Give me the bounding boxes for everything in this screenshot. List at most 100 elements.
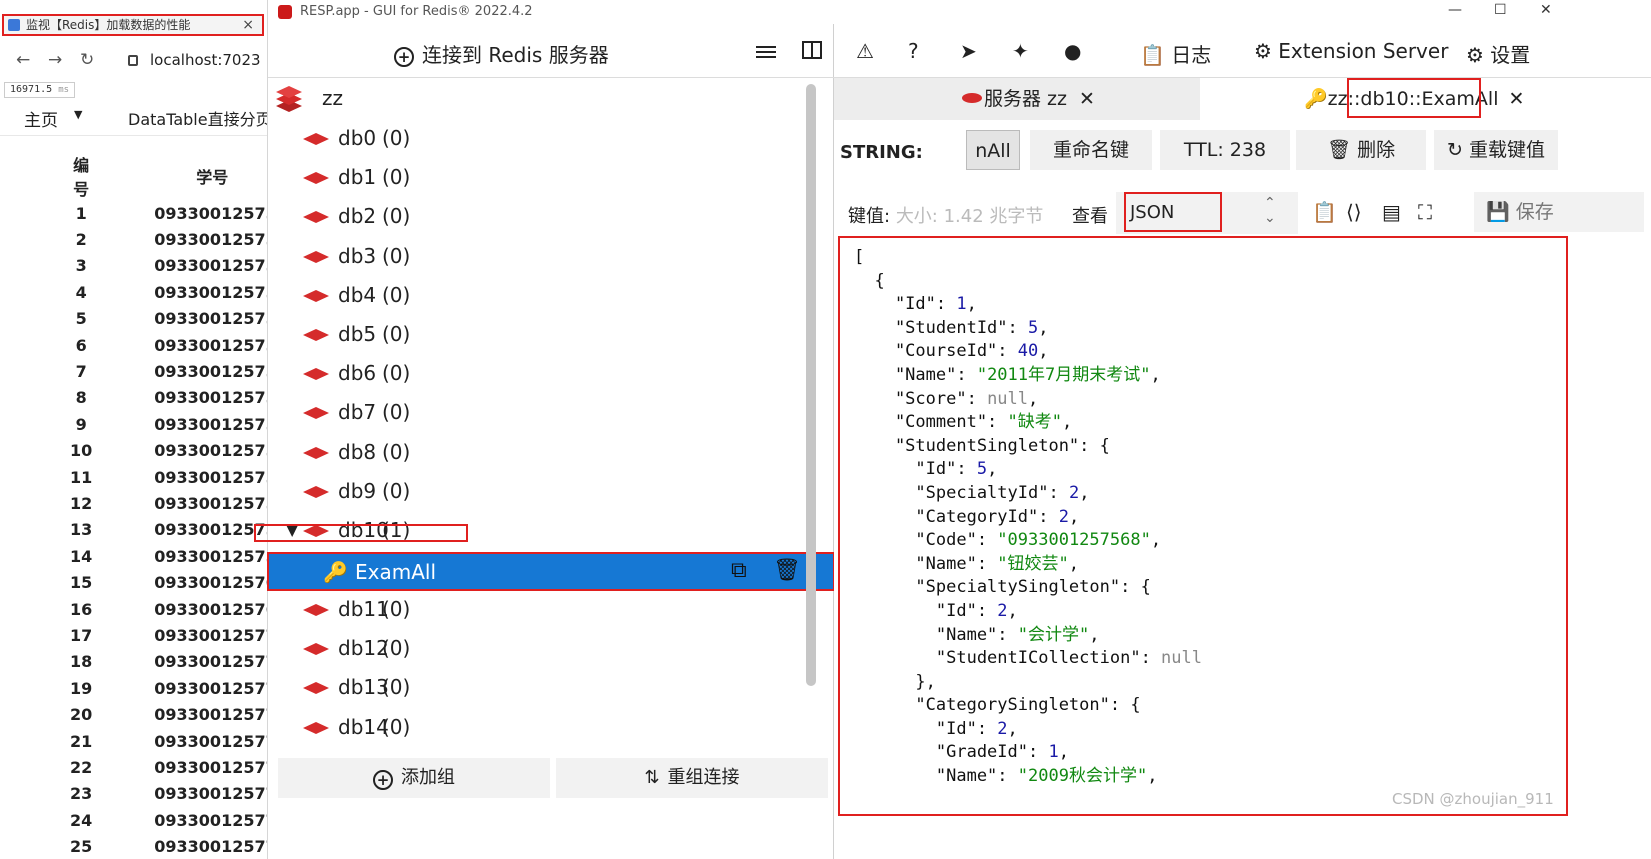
row-student-id: 0933001257724 [154,625,267,645]
db-node[interactable]: db6 (0) [268,355,808,394]
table-row: 4 0933001257568 [70,279,267,305]
row-student-id: 0933001257579 [154,441,267,461]
help-icon[interactable]: ? [908,39,919,63]
chevron-down-icon[interactable]: ▼ [74,108,82,121]
tab-close-icon[interactable]: × [242,16,254,34]
db-node[interactable]: db3 (0) [268,238,808,277]
view-label: 查看 [1072,206,1108,227]
json-token: "Id": [854,600,998,621]
add-group-button[interactable]: + 添加组 [278,758,550,798]
address-bar[interactable]: localhost:7023 [150,51,261,69]
row-number: 17 [70,625,93,645]
json-token: "Name": [854,766,1018,787]
json-token: , [987,459,998,480]
binary-file-icon[interactable]: ▤ [1382,200,1401,224]
table-row: 2 0933001257568 [70,226,267,252]
tab-server-zz[interactable]: 服务器 zz ✕ [834,78,1200,120]
row-student-id: 0933001257579 [154,467,267,487]
rename-key-button[interactable]: 重命名键 [1030,130,1152,170]
reload-icon[interactable]: ↻ [80,50,94,70]
db-node[interactable]: db11 (0) [268,591,808,630]
db-node[interactable]: db14 (0) [268,709,808,748]
db-node[interactable]: db13 (0) [268,669,808,708]
table-row: 15 0933001257630 [70,569,267,595]
close-icon[interactable]: ✕ [1079,88,1095,110]
db-key-count: (0) [382,126,411,150]
connect-redis-button[interactable]: + 连接到 Redis 服务器 [394,39,609,68]
row-student-id: 0933001257728 [154,784,267,804]
row-student-id: 0933001257579 [154,362,267,382]
db-node[interactable]: db0 (0) [268,120,808,159]
close-window-button[interactable]: ✕ [1540,2,1552,18]
twitter-icon[interactable]: ✦ [1012,39,1029,63]
json-line: "CourseId": 40, [854,341,1049,361]
menu-home[interactable]: 主页 [24,106,58,131]
ttl-button[interactable]: TTL: 238 [1160,130,1290,170]
browser-tab[interactable]: 监视【Redis】加载数据的性能 × [2,14,264,36]
fullscreen-icon[interactable]: ⛶ [1418,200,1432,224]
db-node[interactable]: db12 (0) [268,630,808,669]
warning-icon[interactable]: ⚠ [856,39,874,63]
table-row: 23 0933001257728 [70,781,267,807]
copy-key-icon[interactable]: ⧉ [731,558,747,583]
delete-key-button[interactable]: 🗑 删除 [1296,130,1426,170]
minimize-button[interactable]: — [1448,2,1462,18]
db-node[interactable]: db7 (0) [268,394,808,433]
json-token: "Name": [854,364,977,385]
json-token: "Id": [854,718,998,739]
reload-key-button[interactable]: ↻ 重载键值 [1434,130,1558,170]
row-number: 1 [75,203,87,223]
json-value-editor[interactable]: [ { "Id": 1, "StudentId": 5, "CourseId":… [838,236,1568,816]
row-number: 4 [75,282,87,302]
github-icon[interactable]: ● [1064,39,1081,63]
json-token: , [1079,482,1090,503]
db-node[interactable]: db1 (0) [268,159,808,198]
settings-button[interactable]: ⚙ 设置 [1466,39,1530,68]
key-item-examall[interactable]: 🔑 ExamAll ⧉ 🗑 [267,552,835,591]
json-line: { [854,271,884,291]
server-node-zz[interactable]: zz [268,80,808,119]
code-file-icon[interactable]: ⟨⟩ [1346,200,1362,224]
db-node[interactable]: db4 (0) [268,277,808,316]
panel-layout-icon[interactable] [802,40,822,64]
forward-arrow-icon[interactable]: → [48,50,62,70]
list-view-icon[interactable] [756,40,776,64]
reload-label: 重载键值 [1468,139,1545,161]
copy-value-icon[interactable]: 📋 [1312,200,1337,224]
key-icon: 🔑 [1304,88,1328,110]
regroup-connections-button[interactable]: ⇅ 重组连接 [556,758,828,798]
delete-key-icon[interactable]: 🗑 [773,558,801,583]
table-row: 11 0933001257579 [70,464,267,490]
db-key-count: (0) [382,439,411,464]
table-row: 9 0933001257579 [70,411,267,437]
settings-label: 设置 [1490,43,1531,67]
json-token: "Score": [854,388,988,409]
tree-scrollbar[interactable] [806,84,816,686]
table-row: 24 0933001257729 [70,807,267,833]
table-row: 21 0933001257726 [70,728,267,754]
db-node[interactable]: db8 (0) [268,434,808,473]
menu-datatable-paging[interactable]: DataTable直接分页 [128,106,267,130]
back-arrow-icon[interactable]: ← [16,50,30,70]
json-token: 5 [976,459,988,480]
row-number: 8 [75,388,87,408]
log-button[interactable]: 📋 日志 [1140,39,1211,68]
json-line: "CategoryId": 2, [854,507,1079,527]
maximize-button[interactable]: ☐ [1494,2,1507,18]
redis-server-icon [276,86,302,112]
row-number: 9 [75,414,87,434]
db-node[interactable]: db2 (0) [268,198,808,237]
db-node[interactable]: db5 (0) [268,316,808,355]
row-number: 21 [70,731,93,751]
save-value-button[interactable]: 💾 保存 [1474,192,1644,232]
row-number: 24 [70,810,93,830]
table-row: 7 0933001257579 [70,358,267,384]
json-line: "Name": "2011年7月期末考试", [854,365,1161,385]
telegram-icon[interactable]: ➤ [960,39,977,63]
db-node[interactable]: db9 (0) [268,473,808,512]
close-icon[interactable]: ✕ [1509,88,1525,110]
key-name-field[interactable]: nAll [966,130,1020,170]
extension-server-button[interactable]: ⚙ Extension Server [1254,39,1448,63]
row-number: 7 [75,362,87,382]
json-token: "缺考" [1007,412,1063,433]
